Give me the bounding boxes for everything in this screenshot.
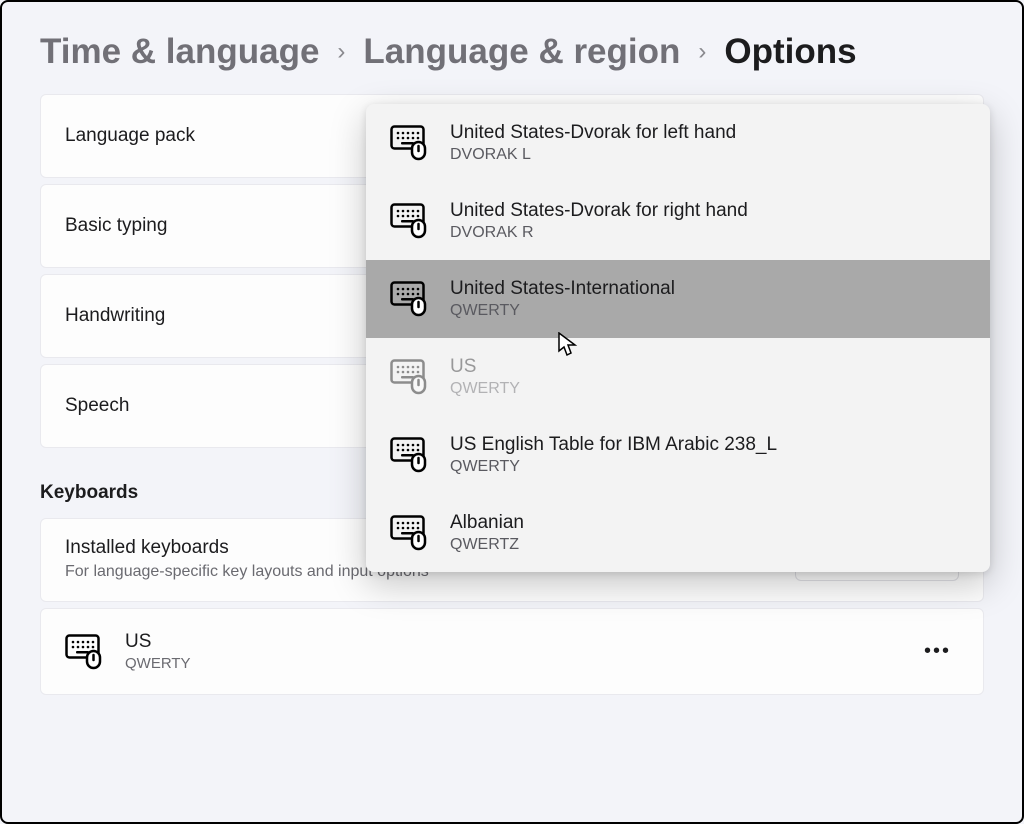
- keyboard-layout: QWERTY: [125, 655, 191, 672]
- breadcrumb-language-region[interactable]: Language & region: [363, 32, 680, 72]
- feature-label: Speech: [65, 395, 129, 416]
- breadcrumb: Time & language › Language & region › Op…: [40, 32, 984, 72]
- chevron-right-icon: ›: [337, 38, 345, 66]
- layout-option-us-international[interactable]: United States-International QWERTY: [366, 260, 990, 338]
- layout-type: QWERTY: [450, 458, 777, 476]
- keyboard-icon: [390, 281, 430, 317]
- keyboard-icon: [390, 437, 430, 473]
- keyboard-icon: [65, 634, 105, 670]
- layout-option-dvorak-left[interactable]: United States-Dvorak for left hand DVORA…: [366, 104, 990, 182]
- layout-type: DVORAK L: [450, 146, 736, 164]
- layout-name: US: [450, 356, 520, 378]
- breadcrumb-time-language[interactable]: Time & language: [40, 32, 319, 72]
- layout-option-albanian[interactable]: Albanian QWERTZ: [366, 494, 990, 572]
- more-options-button[interactable]: •••: [916, 636, 959, 667]
- layout-name: US English Table for IBM Arabic 238_L: [450, 434, 777, 456]
- keyboard-icon: [390, 203, 430, 239]
- layout-name: United States-Dvorak for left hand: [450, 122, 736, 144]
- layout-name: Albanian: [450, 512, 524, 534]
- layout-option-us: US QWERTY: [366, 338, 990, 416]
- layout-type: QWERTZ: [450, 536, 524, 554]
- feature-label: Basic typing: [65, 215, 167, 236]
- layout-type: QWERTY: [450, 380, 520, 398]
- feature-label: Handwriting: [65, 305, 165, 326]
- keyboard-icon: [390, 515, 430, 551]
- keyboard-name: US: [125, 631, 191, 653]
- layout-option-us-ibm-arabic[interactable]: US English Table for IBM Arabic 238_L QW…: [366, 416, 990, 494]
- layout-type: DVORAK R: [450, 224, 748, 242]
- layout-name: United States-Dvorak for right hand: [450, 200, 748, 222]
- layout-name: United States-International: [450, 278, 675, 300]
- keyboard-entry-us[interactable]: US QWERTY •••: [40, 608, 984, 695]
- keyboard-icon: [390, 125, 430, 161]
- layout-option-dvorak-right[interactable]: United States-Dvorak for right hand DVOR…: [366, 182, 990, 260]
- keyboard-icon: [390, 359, 430, 395]
- keyboard-layout-dropdown: United States-Dvorak for left hand DVORA…: [366, 104, 990, 572]
- breadcrumb-options: Options: [724, 32, 856, 72]
- layout-type: QWERTY: [450, 302, 675, 320]
- feature-label: Language pack: [65, 125, 195, 146]
- chevron-right-icon: ›: [698, 38, 706, 66]
